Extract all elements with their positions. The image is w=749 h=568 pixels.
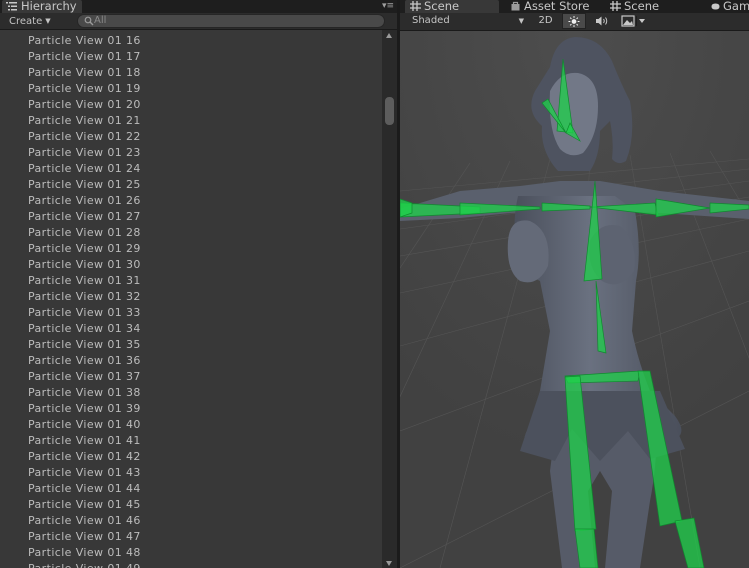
tab-scene[interactable]: Scene	[405, 0, 499, 13]
hierarchy-list: Particle View 01 16 Particle View 01 17 Pa…	[0, 33, 382, 568]
scene-viewport[interactable]	[400, 31, 749, 568]
hierarchy-item[interactable]: Particle View 01 39	[28, 401, 141, 417]
scene-tab-bar: Scene Asset Store Scene Gam	[400, 0, 749, 13]
list-icon	[6, 2, 17, 11]
tab-hierarchy-label: Hierarchy	[21, 0, 77, 13]
hierarchy-item[interactable]: Particle View 01 36	[28, 353, 141, 369]
scene-panel: Scene Asset Store Scene Gam Shaded ▼ 2D	[400, 0, 749, 568]
hierarchy-item[interactable]: Particle View 01 17	[28, 49, 141, 65]
hierarchy-item[interactable]: Particle View 01 19	[28, 81, 141, 97]
light-toggle-icon	[568, 16, 580, 27]
audio-toggle-icon	[596, 16, 608, 26]
effects-toggle-button[interactable]	[618, 14, 650, 28]
hierarchy-item[interactable]: Particle View 01 27	[28, 209, 141, 225]
hierarchy-item[interactable]: Particle View 01 25	[28, 177, 141, 193]
hierarchy-item[interactable]: Particle View 01 46	[28, 513, 141, 529]
tab-asset-store-label: Asset Store	[524, 0, 590, 13]
hierarchy-item[interactable]: Particle View 01 40	[28, 417, 141, 433]
hierarchy-item[interactable]: Particle View 01 47	[28, 529, 141, 545]
create-dropdown-button[interactable]: Create ▼	[4, 14, 56, 28]
hierarchy-item[interactable]: Particle View 01 16	[28, 33, 141, 49]
scroll-down-icon[interactable]	[386, 561, 392, 566]
search-input[interactable]	[94, 14, 374, 27]
hierarchy-panel: Hierarchy ▾≡ Create▼ Particle View 01 16…	[0, 0, 397, 568]
effects-toggle-icon	[621, 15, 645, 27]
tab-scene-2-label: Scene	[624, 0, 660, 13]
hierarchy-item[interactable]: Particle View 01 43	[28, 465, 141, 481]
audio-toggle-button[interactable]	[592, 14, 610, 28]
hierarchy-search[interactable]	[77, 14, 385, 28]
hierarchy-item[interactable]: Particle View 01 18	[28, 65, 141, 81]
hierarchy-item[interactable]: Particle View 01 41	[28, 433, 141, 449]
scene-grid-icon	[410, 1, 421, 11]
hierarchy-item[interactable]: Particle View 01 29	[28, 241, 141, 257]
shading-mode-dropdown[interactable]: Shaded ▼	[406, 14, 524, 28]
toggle-2d-button[interactable]: 2D	[533, 14, 558, 28]
tab-game-label: Gam	[723, 0, 749, 13]
hierarchy-toolbar: Create ▼	[0, 13, 397, 30]
hierarchy-item[interactable]: Particle View 01 23	[28, 145, 141, 161]
hierarchy-tab-bar: Hierarchy ▾≡	[0, 0, 397, 13]
shading-mode-label: Shaded	[412, 15, 450, 26]
create-label: Create	[9, 16, 43, 27]
dropdown-arrow-icon: ▼	[45, 17, 51, 25]
hierarchy-item[interactable]: Particle View 01 49	[28, 561, 141, 568]
search-icon	[84, 16, 94, 26]
asset-store-icon	[511, 1, 520, 11]
scrollbar-thumb[interactable]	[384, 96, 395, 126]
hierarchy-item[interactable]: Particle View 01 20	[28, 97, 141, 113]
hierarchy-item[interactable]: Particle View 01 42	[28, 449, 141, 465]
hierarchy-item[interactable]: Particle View 01 48	[28, 545, 141, 561]
scroll-up-icon[interactable]	[386, 33, 392, 38]
hierarchy-item[interactable]: Particle View 01 22	[28, 129, 141, 145]
hierarchy-item[interactable]: Particle View 01 31	[28, 273, 141, 289]
hierarchy-item[interactable]: Particle View 01 28	[28, 225, 141, 241]
game-icon	[711, 3, 720, 10]
hierarchy-item[interactable]: Particle View 01 32	[28, 289, 141, 305]
hierarchy-item[interactable]: Particle View 01 45	[28, 497, 141, 513]
tab-scene-label: Scene	[424, 0, 460, 13]
hierarchy-item[interactable]: Particle View 01 38	[28, 385, 141, 401]
hierarchy-item[interactable]: Particle View 01 30	[28, 257, 141, 273]
hierarchy-item[interactable]: Particle View 01 37	[28, 369, 141, 385]
scene-grid-icon	[610, 1, 621, 11]
tab-hierarchy[interactable]: Hierarchy	[2, 0, 82, 13]
light-toggle-button[interactable]	[562, 13, 586, 29]
hierarchy-item[interactable]: Particle View 01 35	[28, 337, 141, 353]
hierarchy-item[interactable]: Particle View 01 26	[28, 193, 141, 209]
hierarchy-item[interactable]: Particle View 01 34	[28, 321, 141, 337]
tab-game[interactable]: Gam	[698, 0, 749, 13]
hierarchy-scrollbar[interactable]	[382, 30, 397, 568]
hierarchy-item[interactable]: Particle View 01 21	[28, 113, 141, 129]
panel-menu-icon[interactable]: ▾≡	[381, 0, 395, 13]
scene-toolbar: Shaded ▼ 2D	[400, 13, 749, 31]
tab-asset-store[interactable]: Asset Store	[505, 0, 601, 13]
hierarchy-item[interactable]: Particle View 01 24	[28, 161, 141, 177]
dropdown-arrow-icon: ▼	[518, 17, 524, 25]
hierarchy-item[interactable]: Particle View 01 44	[28, 481, 141, 497]
hierarchy-item[interactable]: Particle View 01 33	[28, 305, 141, 321]
tab-scene-2[interactable]: Scene	[605, 0, 689, 13]
